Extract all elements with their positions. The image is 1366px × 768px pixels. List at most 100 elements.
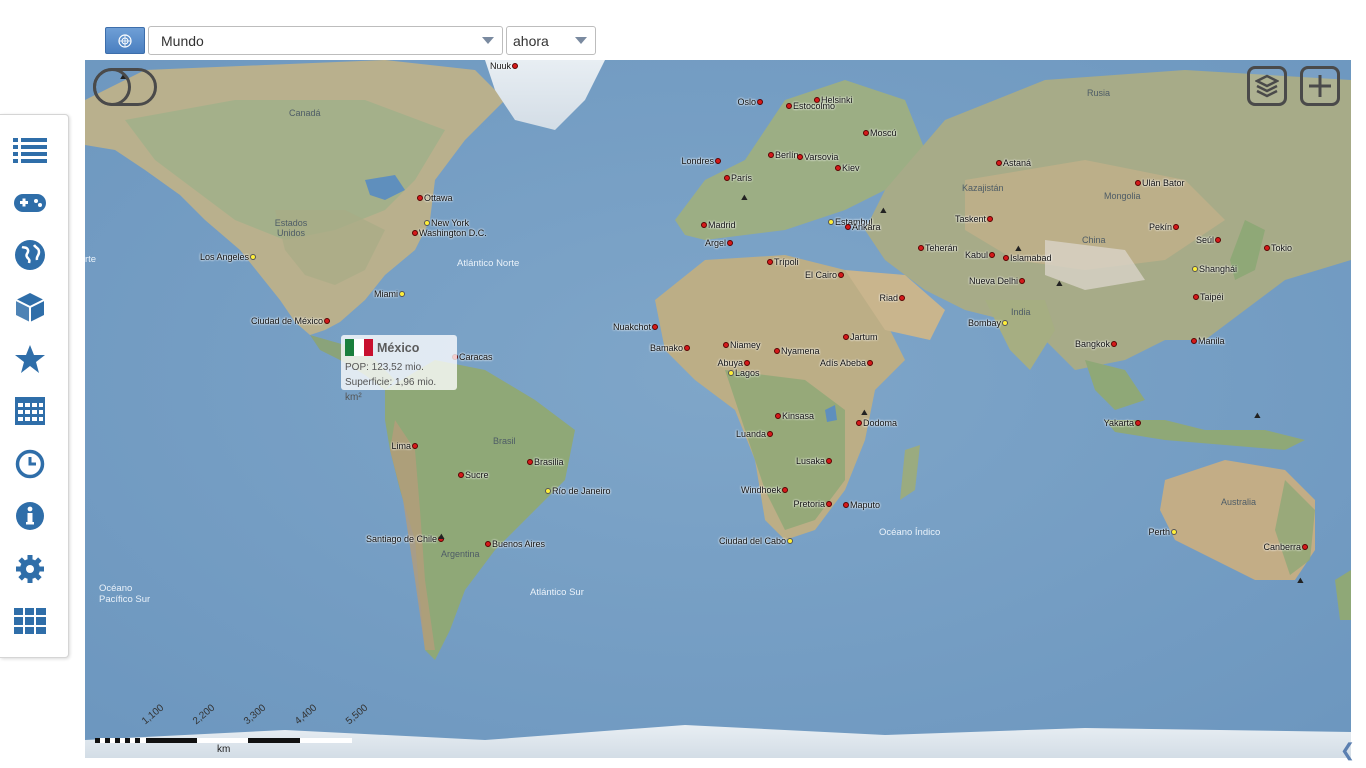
sidebar-item-games[interactable] [12, 185, 48, 221]
city-label[interactable]: Taipéi [1200, 292, 1224, 302]
city-label[interactable]: Astaná [1003, 158, 1031, 168]
city-marker[interactable] [1215, 237, 1221, 243]
map-toggle[interactable] [93, 68, 157, 106]
city-label[interactable]: Estocolmo [793, 101, 835, 111]
sidebar-item-history[interactable] [12, 446, 48, 482]
city-marker[interactable] [715, 158, 721, 164]
collapse-panel-button[interactable]: ❮ [1340, 740, 1355, 761]
city-marker[interactable] [826, 458, 832, 464]
city-label[interactable]: Kabul [965, 250, 988, 260]
city-marker[interactable] [527, 459, 533, 465]
city-marker[interactable] [775, 413, 781, 419]
layers-button[interactable] [1247, 66, 1287, 106]
city-marker[interactable] [918, 245, 924, 251]
city-marker[interactable] [744, 360, 750, 366]
city-label[interactable]: Ciudad del Cabo [719, 536, 786, 546]
city-label[interactable]: Niamey [730, 340, 761, 350]
city-label[interactable]: Miami [374, 289, 398, 299]
city-marker[interactable] [324, 318, 330, 324]
city-label[interactable]: El Cairo [805, 270, 837, 280]
city-marker[interactable] [1191, 338, 1197, 344]
city-label[interactable]: Buenos Aires [492, 539, 545, 549]
city-label[interactable]: Los Angeles [200, 252, 249, 262]
city-marker[interactable] [828, 219, 834, 225]
city-marker[interactable] [250, 254, 256, 260]
city-label[interactable]: Windhoek [741, 485, 781, 495]
city-label[interactable]: Nuuk [490, 61, 511, 71]
city-marker[interactable] [728, 370, 734, 376]
city-marker[interactable] [1003, 255, 1009, 261]
sidebar-item-list[interactable] [12, 132, 48, 168]
city-marker[interactable] [512, 63, 518, 69]
sidebar-item-3d[interactable] [12, 289, 48, 325]
city-marker[interactable] [774, 348, 780, 354]
city-marker[interactable] [485, 541, 491, 547]
city-label[interactable]: Trípoli [774, 257, 799, 267]
city-marker[interactable] [1264, 245, 1270, 251]
city-marker[interactable] [768, 152, 774, 158]
city-label[interactable]: Bangkok [1075, 339, 1110, 349]
city-label[interactable]: Teherán [925, 243, 958, 253]
zoom-in-button[interactable] [1300, 66, 1340, 106]
city-marker[interactable] [424, 220, 430, 226]
city-marker[interactable] [723, 342, 729, 348]
city-label[interactable]: Dodoma [863, 418, 897, 428]
city-marker[interactable] [845, 224, 851, 230]
city-label[interactable]: New York [431, 218, 469, 228]
city-marker[interactable] [843, 334, 849, 340]
city-marker[interactable] [545, 488, 551, 494]
city-marker[interactable] [867, 360, 873, 366]
sidebar-item-favorites[interactable] [12, 341, 48, 377]
city-label[interactable]: Lusaka [796, 456, 825, 466]
sidebar-item-settings[interactable] [12, 551, 48, 587]
city-marker[interactable] [989, 252, 995, 258]
city-label[interactable]: Nyamena [781, 346, 820, 356]
city-label[interactable]: Ottawa [424, 193, 453, 203]
city-label[interactable]: París [731, 173, 752, 183]
city-label[interactable]: Argel [705, 238, 726, 248]
city-marker[interactable] [1171, 529, 1177, 535]
city-label[interactable]: Perth [1148, 527, 1170, 537]
city-marker[interactable] [724, 175, 730, 181]
city-marker[interactable] [899, 295, 905, 301]
city-label[interactable]: Canberra [1263, 542, 1301, 552]
city-label[interactable]: Tokio [1271, 243, 1292, 253]
city-label[interactable]: Lima [391, 441, 411, 451]
city-marker[interactable] [786, 103, 792, 109]
city-marker[interactable] [1019, 278, 1025, 284]
city-label[interactable]: Caracas [459, 352, 493, 362]
city-marker[interactable] [767, 259, 773, 265]
city-label[interactable]: Seúl [1196, 235, 1214, 245]
city-marker[interactable] [838, 272, 844, 278]
region-select[interactable]: Mundo [148, 26, 503, 55]
city-label[interactable]: Moscú [870, 128, 897, 138]
city-label[interactable]: Bamako [650, 343, 683, 353]
city-label[interactable]: Maputo [850, 500, 880, 510]
time-select[interactable]: ahora [506, 26, 596, 55]
city-marker[interactable] [1135, 420, 1141, 426]
city-label[interactable]: Riad [879, 293, 898, 303]
world-map[interactable]: Canadá Rusia Estados Unidos Kazajistán M… [85, 60, 1351, 758]
city-marker[interactable] [1111, 341, 1117, 347]
city-marker[interactable] [1002, 320, 1008, 326]
city-label[interactable]: Kinsasa [782, 411, 814, 421]
sidebar-item-globe[interactable] [12, 237, 48, 273]
city-marker[interactable] [843, 502, 849, 508]
city-label[interactable]: Londres [681, 156, 714, 166]
city-marker[interactable] [856, 420, 862, 426]
city-label[interactable]: Varsovia [804, 152, 838, 162]
city-label[interactable]: Sucre [465, 470, 489, 480]
city-marker[interactable] [412, 443, 418, 449]
country-popup[interactable]: México POP: 123,52 mio. Superficie: 1,96… [341, 335, 457, 403]
city-label[interactable]: Lagos [735, 368, 760, 378]
city-label[interactable]: Manila [1198, 336, 1225, 346]
city-label[interactable]: Berlín [775, 150, 799, 160]
city-marker[interactable] [458, 472, 464, 478]
city-label[interactable]: Jartum [850, 332, 878, 342]
city-marker[interactable] [757, 99, 763, 105]
city-marker[interactable] [996, 160, 1002, 166]
un-flag-button[interactable] [105, 27, 145, 54]
city-marker[interactable] [767, 431, 773, 437]
city-marker[interactable] [727, 240, 733, 246]
city-marker[interactable] [412, 230, 418, 236]
